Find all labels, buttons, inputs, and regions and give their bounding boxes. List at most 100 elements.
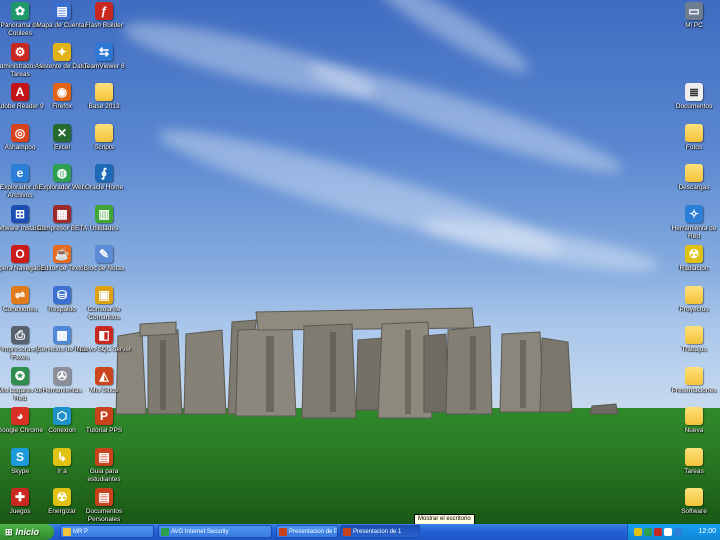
desktop-icon[interactable]: ≣ Documentos: [666, 83, 720, 111]
tray-app-icon[interactable]: [664, 528, 672, 536]
powerpoint-icon: P: [95, 407, 113, 425]
desktop-icon[interactable]: Presentaciones: [666, 366, 720, 395]
bulb-icon: ✦: [53, 42, 71, 61]
taskbar-button-label: Presentacion de PowerPoint: [289, 529, 338, 535]
desktop-icon[interactable]: ▤ Documentos Personales: [76, 488, 132, 524]
tools-icon: ✇: [53, 366, 71, 385]
desktop-icon[interactable]: Fotos: [666, 123, 720, 152]
windows-icon: ⊞: [11, 204, 29, 223]
desktop-icon[interactable]: Proyectos: [666, 285, 720, 314]
computer-icon: ▭: [685, 2, 703, 20]
text-file-icon: ≣: [685, 83, 703, 101]
opera-icon: O: [11, 245, 29, 263]
desktop-icon-label: Oracle Home: [84, 184, 124, 191]
utilities-icon: ▥: [95, 204, 113, 223]
desktop-icon-label: Descargas: [678, 184, 710, 191]
desktop-icon[interactable]: ✧ Herramienta de Red: [666, 204, 720, 241]
desktop-icon-label: Trabajos: [681, 346, 707, 353]
taskbar: ⊞ Inicio MR P AVG Internet Security Present…: [0, 524, 720, 540]
sql-icon: ◧: [95, 326, 113, 344]
folder-icon: [685, 326, 703, 344]
desktop-icon[interactable]: Software: [666, 488, 720, 516]
oracle-icon: ∮: [95, 164, 113, 182]
desktop-icon-label: Herramienta de Red: [671, 224, 717, 240]
notepad-icon: ✎: [95, 245, 113, 263]
app-icon: [63, 528, 71, 536]
desktop-icon[interactable]: ▣ Consola de Comandos: [76, 285, 132, 322]
desktop-icon[interactable]: ✎ Bloc de Notas: [76, 245, 132, 273]
desktop-icon-label: Flash Builder: [85, 22, 123, 29]
console-icon: ▣: [95, 285, 113, 304]
desktop-icon[interactable]: Base 2013: [76, 83, 132, 111]
taskbar-button-label: AVG Internet Security: [171, 529, 229, 535]
desktop-icon[interactable]: ▭ Mi PC: [666, 2, 720, 30]
leaf-app-icon: ✿: [11, 2, 29, 20]
desktop-icon-label: Mi PC: [685, 22, 703, 29]
backup-icon: ⛁: [53, 285, 71, 304]
tray-app-icon[interactable]: [634, 528, 642, 536]
ashampoo-icon: ◎: [11, 123, 29, 142]
office-icon: ◭: [95, 366, 113, 385]
guide-icon: ▤: [95, 447, 113, 466]
desktop-icon[interactable]: ◭ Mis Sitios: [76, 366, 132, 395]
desktop-icon-label: Fotos: [685, 143, 703, 151]
desktop-icon-label: Tareas: [684, 467, 704, 475]
desktop-icon-label: Nueva: [684, 427, 704, 434]
taskbar-button[interactable]: AVG Internet Security: [158, 525, 272, 538]
start-button[interactable]: ⊞ Inicio: [0, 524, 54, 540]
desktop-icon[interactable]: ∮ Oracle Home: [76, 164, 132, 192]
desktop-icon[interactable]: ◧ Nuevo SQL Server: [76, 326, 132, 354]
desktop-icon[interactable]: ☢ Radiacion: [666, 245, 720, 273]
tray-app-icon[interactable]: [674, 528, 682, 536]
clock[interactable]: 12:00: [698, 524, 716, 540]
desktop-icon[interactable]: ƒ Flash Builder: [76, 2, 132, 30]
desktop-icon-label: Documentos: [675, 103, 713, 110]
network-places-icon: ✪: [11, 366, 29, 385]
network-icon: ⇌: [11, 285, 29, 304]
folder-icon: [685, 164, 703, 182]
desktop-icon[interactable]: ⇆ TeamViewer 6: [76, 42, 132, 71]
desktop-icon-label: Utilidades: [89, 224, 119, 232]
pdf-icon: A: [11, 83, 29, 101]
folder-icon: [685, 285, 703, 304]
desktop-icon-label: Proyectos: [679, 305, 709, 313]
app-icon: [279, 528, 287, 536]
tray-app-icon[interactable]: [654, 528, 662, 536]
folder-icon: [685, 447, 703, 466]
folder-icon: [685, 366, 703, 385]
tray-app-icon[interactable]: [644, 528, 652, 536]
taskbar-button[interactable]: Presentacion de 1: [340, 525, 420, 538]
document-icon: ▤: [53, 2, 71, 20]
system-tray: 12:00: [627, 524, 720, 540]
desktop-icon-label: Software: [681, 508, 707, 515]
printer-icon: ⎙: [11, 326, 29, 344]
desktop-icon-label: Documentos Personales: [85, 508, 123, 523]
desktop-icon[interactable]: Tareas: [666, 447, 720, 476]
desktop-icon[interactable]: Nueva: [666, 407, 720, 435]
folder-icon: [95, 83, 113, 101]
start-label: Inicio: [15, 527, 40, 537]
desktop-icon-label: Base 2013: [88, 103, 120, 110]
desktop: ✿ Panorama de Coulees ▤ Mapa de Cuentas ƒ Fla…: [0, 0, 720, 524]
folder-icon: [95, 123, 113, 142]
connection-icon: ⬡: [53, 407, 71, 425]
taskbar-button[interactable]: MR P: [60, 525, 154, 538]
skype-icon: S: [11, 447, 29, 466]
radiation-icon: ☢: [53, 488, 71, 506]
desktop-icon[interactable]: P Tutorial PPS: [76, 407, 132, 435]
java-icon: ☕: [53, 245, 71, 263]
desktop-icon[interactable]: Scripts: [76, 123, 132, 152]
desktop-icon-label: Tutorial PPS: [85, 427, 123, 434]
folder-icon: [685, 123, 703, 142]
desktop-icon[interactable]: ▥ Utilidades: [76, 204, 132, 233]
taskbar-button[interactable]: Presentacion de PowerPoint: [276, 525, 338, 538]
network-drive-icon: ▩: [53, 326, 71, 344]
desktop-icon-label: Presentaciones: [671, 386, 717, 394]
desktop-icon[interactable]: ▤ Guia para estudiantes: [76, 447, 132, 484]
desktop-icon-label: Consola de Comandos: [87, 305, 121, 321]
desktop-icon[interactable]: Trabajos: [666, 326, 720, 354]
excel-icon: ✕: [53, 123, 71, 142]
teamviewer-icon: ⇆: [95, 42, 113, 61]
desktop-icon[interactable]: Descargas: [666, 164, 720, 192]
desktop-icon-label: Nuevo SQL Server: [76, 346, 132, 353]
